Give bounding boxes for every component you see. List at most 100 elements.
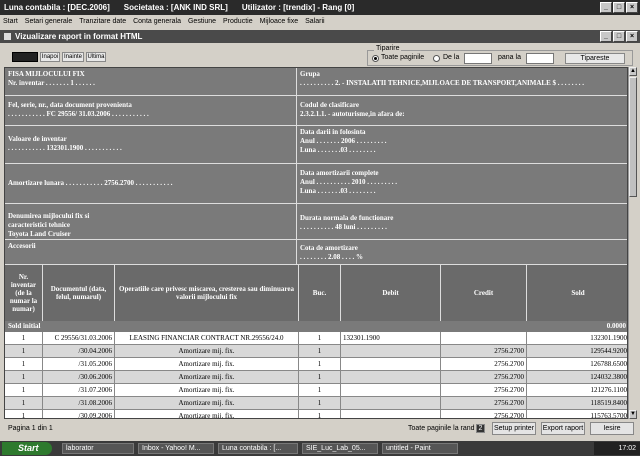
task-laborator[interactable]: laborator: [62, 443, 134, 454]
row-sold: 124032.3800: [590, 373, 627, 381]
row-nr: 1: [5, 345, 43, 358]
row-credit: [441, 332, 527, 345]
table-row: 1/30.09.2006 Amortizare mij. fix. 1 2756.27…: [5, 410, 627, 418]
durata-value: . . . . . . . . . . 48 luni . . . . . . …: [300, 223, 387, 231]
col-credit: Credit: [441, 265, 527, 321]
last-page-button[interactable]: Ultima: [86, 52, 106, 62]
amortizare-cell: Amortizare lunara . . . . . . . . . . . …: [5, 164, 297, 204]
menu-item-salarii[interactable]: Salarii: [305, 18, 324, 25]
maximize-button[interactable]: □: [613, 2, 625, 13]
cod-label: Codul de clasificare: [300, 101, 359, 109]
row-operatie: Amortizare mij. fix.: [115, 397, 299, 410]
tipareste-button[interactable]: Tipareste: [565, 53, 625, 64]
menu-item-start[interactable]: Start: [3, 18, 18, 25]
nr-inventar-line: Nr. inventar . . . . . . . 1 . . . . . .: [8, 79, 95, 87]
toate-paginile-radio[interactable]: [372, 55, 379, 62]
denumire-cell: Denumirea mijlocului fix si caracteristi…: [5, 204, 297, 240]
societatea-label: Societatea : [ANK IND SRL]: [123, 3, 228, 12]
data-amort-anul: Anul . . . . . . . . . . 2010 . . . . . …: [300, 178, 398, 186]
denumire-value: Toyota Land Cruiser: [8, 230, 71, 238]
scroll-down-arrow-icon[interactable]: ▼: [629, 410, 637, 419]
export-raport-button[interactable]: Export raport: [541, 422, 585, 435]
pana-la-input[interactable]: [526, 53, 554, 64]
luna-contabila-label: Luna contabila : [DEC.2006]: [4, 3, 110, 12]
accesorii-label: Accesorii: [8, 242, 36, 250]
row-sold: 132301.1900: [590, 334, 627, 342]
pana-la-label: pana la: [498, 54, 521, 61]
data-darii-luna: Luna . . . . . . .03 . . . . . . . .: [300, 146, 376, 154]
fisa-title: FISA MIJLOCULUI FIX: [8, 70, 85, 78]
setup-printer-button[interactable]: Setup printer: [492, 422, 536, 435]
table-row: 1/31.05.2006 Amortizare mij. fix. 1 2756.27…: [5, 358, 627, 371]
row-operatie: LEASING FINANCIAR CONTRACT NR.29556/24.0: [115, 332, 299, 345]
vertical-scrollbar[interactable]: ▲ ▼: [628, 67, 637, 419]
menu-item-productie[interactable]: Productie: [223, 18, 253, 25]
tiparire-group: Tiparire Toate paginile De la pana la Ti…: [367, 45, 633, 66]
amortizare-label: Amortizare lunara . . . . . . . . . . . …: [8, 179, 173, 187]
durata-label: Durata normala de functionare: [300, 214, 394, 222]
mdi-area: Vizualizare raport in format HTML _ □ × …: [0, 28, 640, 441]
row-debit: [341, 410, 441, 418]
back-button[interactable]: Inapoi: [40, 52, 60, 62]
row-nr: 1: [5, 397, 43, 410]
close-button[interactable]: ×: [626, 2, 638, 13]
row-nr: 1: [5, 371, 43, 384]
row-debit: [341, 397, 441, 410]
child-maximize-button[interactable]: □: [613, 31, 625, 42]
utilizator-label: Utilizator : [trendix] - Rang [0]: [241, 3, 355, 12]
report-header-row-1: FISA MIJLOCULUI FIX Nr. inventar . . . .…: [5, 68, 627, 96]
report-statusbar: Pagina 1 din 1 Toate paginile la rand 2 …: [0, 420, 640, 440]
data-amort-cell: Data amortizarii complete Anul . . . . .…: [297, 164, 627, 204]
report-header-row-4: Amortizare lunara . . . . . . . . . . . …: [5, 164, 627, 204]
row-buc: 1: [299, 397, 341, 410]
report-header-row-2: Fel, serie, nr., data document provenien…: [5, 96, 627, 126]
child-close-button[interactable]: ×: [626, 31, 638, 42]
row-operatie: Amortizare mij. fix.: [115, 345, 299, 358]
table-row: 1C 29556/31.03.2006 LEASING FINANCIAR CON…: [5, 332, 627, 345]
taskbar: Start laborator Inbox - Yahoo! M... Luna…: [0, 441, 640, 456]
start-button[interactable]: Start: [2, 442, 52, 455]
table-row: 1/31.07.2006 Amortizare mij. fix. 1 2756.27…: [5, 384, 627, 397]
de-la-radio[interactable]: [433, 55, 440, 62]
col-debit: Debit: [341, 265, 441, 321]
first-page-button[interactable]: [12, 52, 38, 62]
iesire-button[interactable]: Iesire: [590, 422, 634, 435]
scroll-thumb[interactable]: [629, 77, 637, 197]
toate-paginile-rand-label: Toate paginile la rand: [408, 425, 475, 432]
de-la-input[interactable]: [464, 53, 492, 64]
accesorii-cell: Accesorii: [5, 240, 297, 265]
menu-item-conta-generala[interactable]: Conta generala: [133, 18, 181, 25]
menu-item-gestiune[interactable]: Gestiune: [188, 18, 216, 25]
fel-label: Fel, serie, nr., data document provenien…: [8, 101, 132, 109]
report-view: FISA MIJLOCULUI FIX Nr. inventar . . . .…: [4, 67, 628, 419]
taskbar-clock: 17:02: [594, 442, 640, 455]
col-nr-inventar: Nr. inventar (de la numar la numar): [5, 265, 43, 321]
data-amort-luna: Luna . . . . . . .03 . . . . . . . .: [300, 187, 376, 195]
child-minimize-button[interactable]: _: [600, 31, 612, 42]
menu-item-mijloace-fixe[interactable]: Mijloace fixe: [260, 18, 299, 25]
toate-paginile-rand-checkbox[interactable]: 2: [476, 424, 485, 433]
task-untitled-paint[interactable]: untitled - Paint: [382, 443, 458, 454]
col-document: Documentul (data, felul, numarul): [43, 265, 115, 321]
menu-item-setari-generale[interactable]: Setari generale: [25, 18, 72, 25]
report-header-row-5: Denumirea mijlocului fix si caracteristi…: [5, 204, 627, 240]
task-inbox-yahoo[interactable]: Inbox - Yahoo! M...: [138, 443, 214, 454]
task-sie-luc-lab[interactable]: SIE_Luc_Lab_05...: [302, 443, 378, 454]
row-debit: [341, 358, 441, 371]
grupa-cell: Grupa . . . . . . . . . . 2. - INSTALATI…: [297, 68, 627, 96]
scroll-up-arrow-icon[interactable]: ▲: [629, 67, 637, 76]
row-buc: 1: [299, 345, 341, 358]
child-window-title: Vizualizare raport in format HTML _ □ ×: [0, 30, 640, 43]
row-credit: 2756.2700: [441, 345, 527, 358]
app-titlebar: Luna contabila : [DEC.2006] Societatea :…: [0, 0, 640, 15]
menu-item-tranzitare-date[interactable]: Tranzitare date: [79, 18, 126, 25]
col-operatiile: Operatiile care privesc miscarea, creste…: [115, 265, 299, 321]
row-document: /31.05.2006: [43, 358, 115, 371]
row-operatie: Amortizare mij. fix.: [115, 384, 299, 397]
de-la-label: De la: [443, 54, 460, 61]
minimize-button[interactable]: _: [600, 2, 612, 13]
row-document: /30.04.2006: [43, 345, 115, 358]
row-credit: 2756.2700: [441, 371, 527, 384]
task-luna-contabila[interactable]: Luna contabila : [...: [218, 443, 298, 454]
forward-button[interactable]: Inainte: [62, 52, 84, 62]
